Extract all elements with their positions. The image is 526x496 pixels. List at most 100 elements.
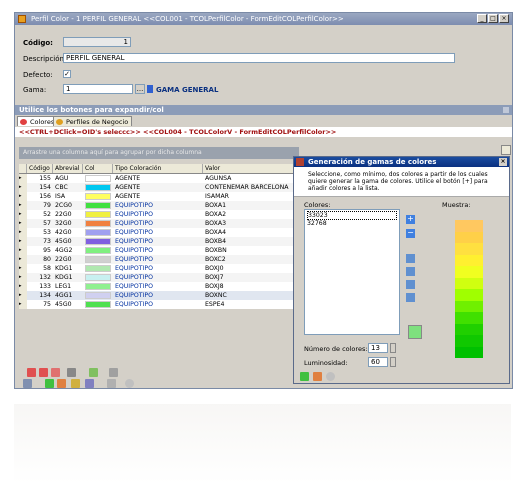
codigo-label: Código: <box>23 39 53 47</box>
table-row[interactable]: ▸ 73 45G0 EQUIPOTIPO BOXB4 <box>19 237 304 246</box>
dialog-cancel-icon[interactable] <box>313 372 322 381</box>
gama-arrow-icon[interactable] <box>147 85 153 93</box>
cell-color <box>83 228 113 237</box>
color-preview[interactable] <box>408 325 422 339</box>
muestra-label: Muestra: <box>442 201 471 209</box>
tab-perfiles[interactable]: Perfiles de Negocio <box>53 116 133 126</box>
cell-tipo: AGENTE <box>115 175 141 182</box>
header-codigo[interactable]: Código <box>27 164 53 173</box>
cell-valor: BOXNC <box>205 292 227 299</box>
table-row[interactable]: ▸ 134 4GG1 EQUIPOTIPO BOXNC <box>19 291 304 300</box>
table-row[interactable]: ▸ 58 KDG1 EQUIPOTIPO BOXJ0 <box>19 264 304 273</box>
refresh-icon[interactable] <box>85 379 94 388</box>
gama-lookup-button[interactable]: ... <box>135 84 145 94</box>
cell-codigo: 134 <box>39 292 51 299</box>
sort-icon[interactable] <box>109 368 118 377</box>
help-icon[interactable] <box>125 379 134 388</box>
move-bottom-icon[interactable] <box>406 293 415 302</box>
expand-collapse-bar[interactable]: Utilice los botones para expandir/col <box>15 105 512 115</box>
gradient-swatch <box>455 346 483 358</box>
save-icon[interactable] <box>71 379 80 388</box>
app-icon <box>18 15 26 23</box>
luminosidad-field[interactable]: 60 <box>368 357 388 367</box>
export-icon[interactable] <box>67 368 76 377</box>
cell-color <box>83 183 113 192</box>
maximize-button[interactable]: □ <box>488 14 498 23</box>
table-row[interactable]: ▸ 79 2CG0 EQUIPOTIPO BOXA1 <box>19 201 304 210</box>
color-entry[interactable]: 33023 <box>307 211 397 220</box>
window-title: Perfil Color - 1 PERFIL GENERAL <<COL001… <box>31 15 344 23</box>
color-swatch <box>85 229 111 236</box>
group-by-area[interactable]: Arrastre una columna aquí para agrupar p… <box>19 147 299 159</box>
collapse-icon[interactable] <box>503 107 509 113</box>
header-color[interactable]: Col <box>83 164 113 173</box>
numero-field[interactable]: 13 <box>368 343 388 353</box>
codigo-field[interactable]: 1 <box>63 37 131 47</box>
color-swatch <box>85 220 111 227</box>
minimize-button[interactable]: _ <box>477 14 487 23</box>
table-row[interactable]: ▸ 155 AGU AGENTE AGUNSA <box>19 174 304 183</box>
filter-icon[interactable] <box>89 368 98 377</box>
cell-codigo: 79 <box>43 202 51 209</box>
dialog-help-icon[interactable] <box>326 372 335 381</box>
add-row-icon[interactable] <box>27 368 36 377</box>
move-down-icon[interactable] <box>406 280 415 289</box>
row-indicator: ▸ <box>19 282 27 291</box>
cell-abrev: 22G0 <box>55 211 72 218</box>
table-row[interactable]: ▸ 75 45G0 EQUIPOTIPO ESPE4 <box>19 300 304 309</box>
cell-abrev: 45G0 <box>55 238 72 245</box>
table-row[interactable]: ▸ 80 22G0 EQUIPOTIPO BOXC2 <box>19 255 304 264</box>
table-row[interactable]: ▸ 95 4GG2 EQUIPOTIPO BOXBN <box>19 246 304 255</box>
add-color-button[interactable]: + <box>406 215 415 224</box>
move-up-icon[interactable] <box>406 267 415 276</box>
cell-abrev: 32G0 <box>55 220 72 227</box>
color-swatch <box>85 256 111 263</box>
cancel-icon[interactable] <box>57 379 66 388</box>
arrow-icon <box>56 119 63 125</box>
table-row[interactable]: ▸ 154 CBC AGENTE CONTENEMAR BARCELONA <box>19 183 304 192</box>
color-entry[interactable]: 32768 <box>307 220 397 227</box>
history-icon[interactable] <box>107 379 116 388</box>
print-icon[interactable] <box>23 379 32 388</box>
close-button[interactable]: × <box>499 14 509 23</box>
cell-color <box>83 300 113 309</box>
dialog-close-button[interactable]: × <box>499 158 507 166</box>
gradient-swatch <box>455 220 483 232</box>
descripcion-field[interactable]: PERFIL GENERAL <box>63 53 455 63</box>
scroll-up-arrow[interactable] <box>501 145 511 155</box>
delete-row-icon[interactable] <box>39 368 48 377</box>
cell-color <box>83 210 113 219</box>
gradient-swatch <box>455 335 483 347</box>
edit-row-icon[interactable] <box>51 368 60 377</box>
cell-abrev: AGU <box>55 175 69 182</box>
cell-color <box>83 219 113 228</box>
header-abreviatura[interactable]: Abrevial <box>53 164 83 173</box>
luminosidad-spinner[interactable] <box>390 357 396 367</box>
numero-spinner[interactable] <box>390 343 396 353</box>
accept-icon[interactable] <box>45 379 54 388</box>
row-indicator: ▸ <box>19 210 27 219</box>
numero-label: Número de colores: <box>304 345 368 353</box>
defecto-checkbox[interactable]: ✓ <box>63 70 71 78</box>
ctrl-info-bar: <<CTRL+DClick=OID's seleccc>> <<COL004 -… <box>15 127 512 137</box>
dialog-accept-icon[interactable] <box>300 372 309 381</box>
cell-valor: CONTENEMAR BARCELONA <box>205 184 289 191</box>
table-row[interactable]: ▸ 133 LEG1 EQUIPOTIPO BOXJ8 <box>19 282 304 291</box>
table-row[interactable]: ▸ 57 32G0 EQUIPOTIPO BOXA3 <box>19 219 304 228</box>
tab-strip: Colores Perfiles de Negocio <box>15 115 512 127</box>
table-row[interactable]: ▸ 132 KDG1 EQUIPOTIPO BOXJ7 <box>19 273 304 282</box>
header-valor[interactable]: Valor <box>203 164 304 173</box>
remove-color-button[interactable]: − <box>406 229 415 238</box>
header-tipo[interactable]: Tipo Coloración <box>113 164 203 173</box>
gradient-swatch <box>455 289 483 301</box>
gradient-swatch <box>455 312 483 324</box>
table-row[interactable]: ▸ 52 22G0 EQUIPOTIPO BOXA2 <box>19 210 304 219</box>
colores-list[interactable]: 33023 32768 <box>304 209 400 335</box>
window-controls: _ □ × <box>477 14 509 23</box>
table-row[interactable]: ▸ 53 42G0 EQUIPOTIPO BOXA4 <box>19 228 304 237</box>
move-top-icon[interactable] <box>406 254 415 263</box>
gama-field[interactable]: 1 <box>63 84 133 94</box>
color-swatch <box>85 283 111 290</box>
cell-codigo: 58 <box>43 265 51 272</box>
table-row[interactable]: ▸ 156 ISA AGENTE ISAMAR <box>19 192 304 201</box>
